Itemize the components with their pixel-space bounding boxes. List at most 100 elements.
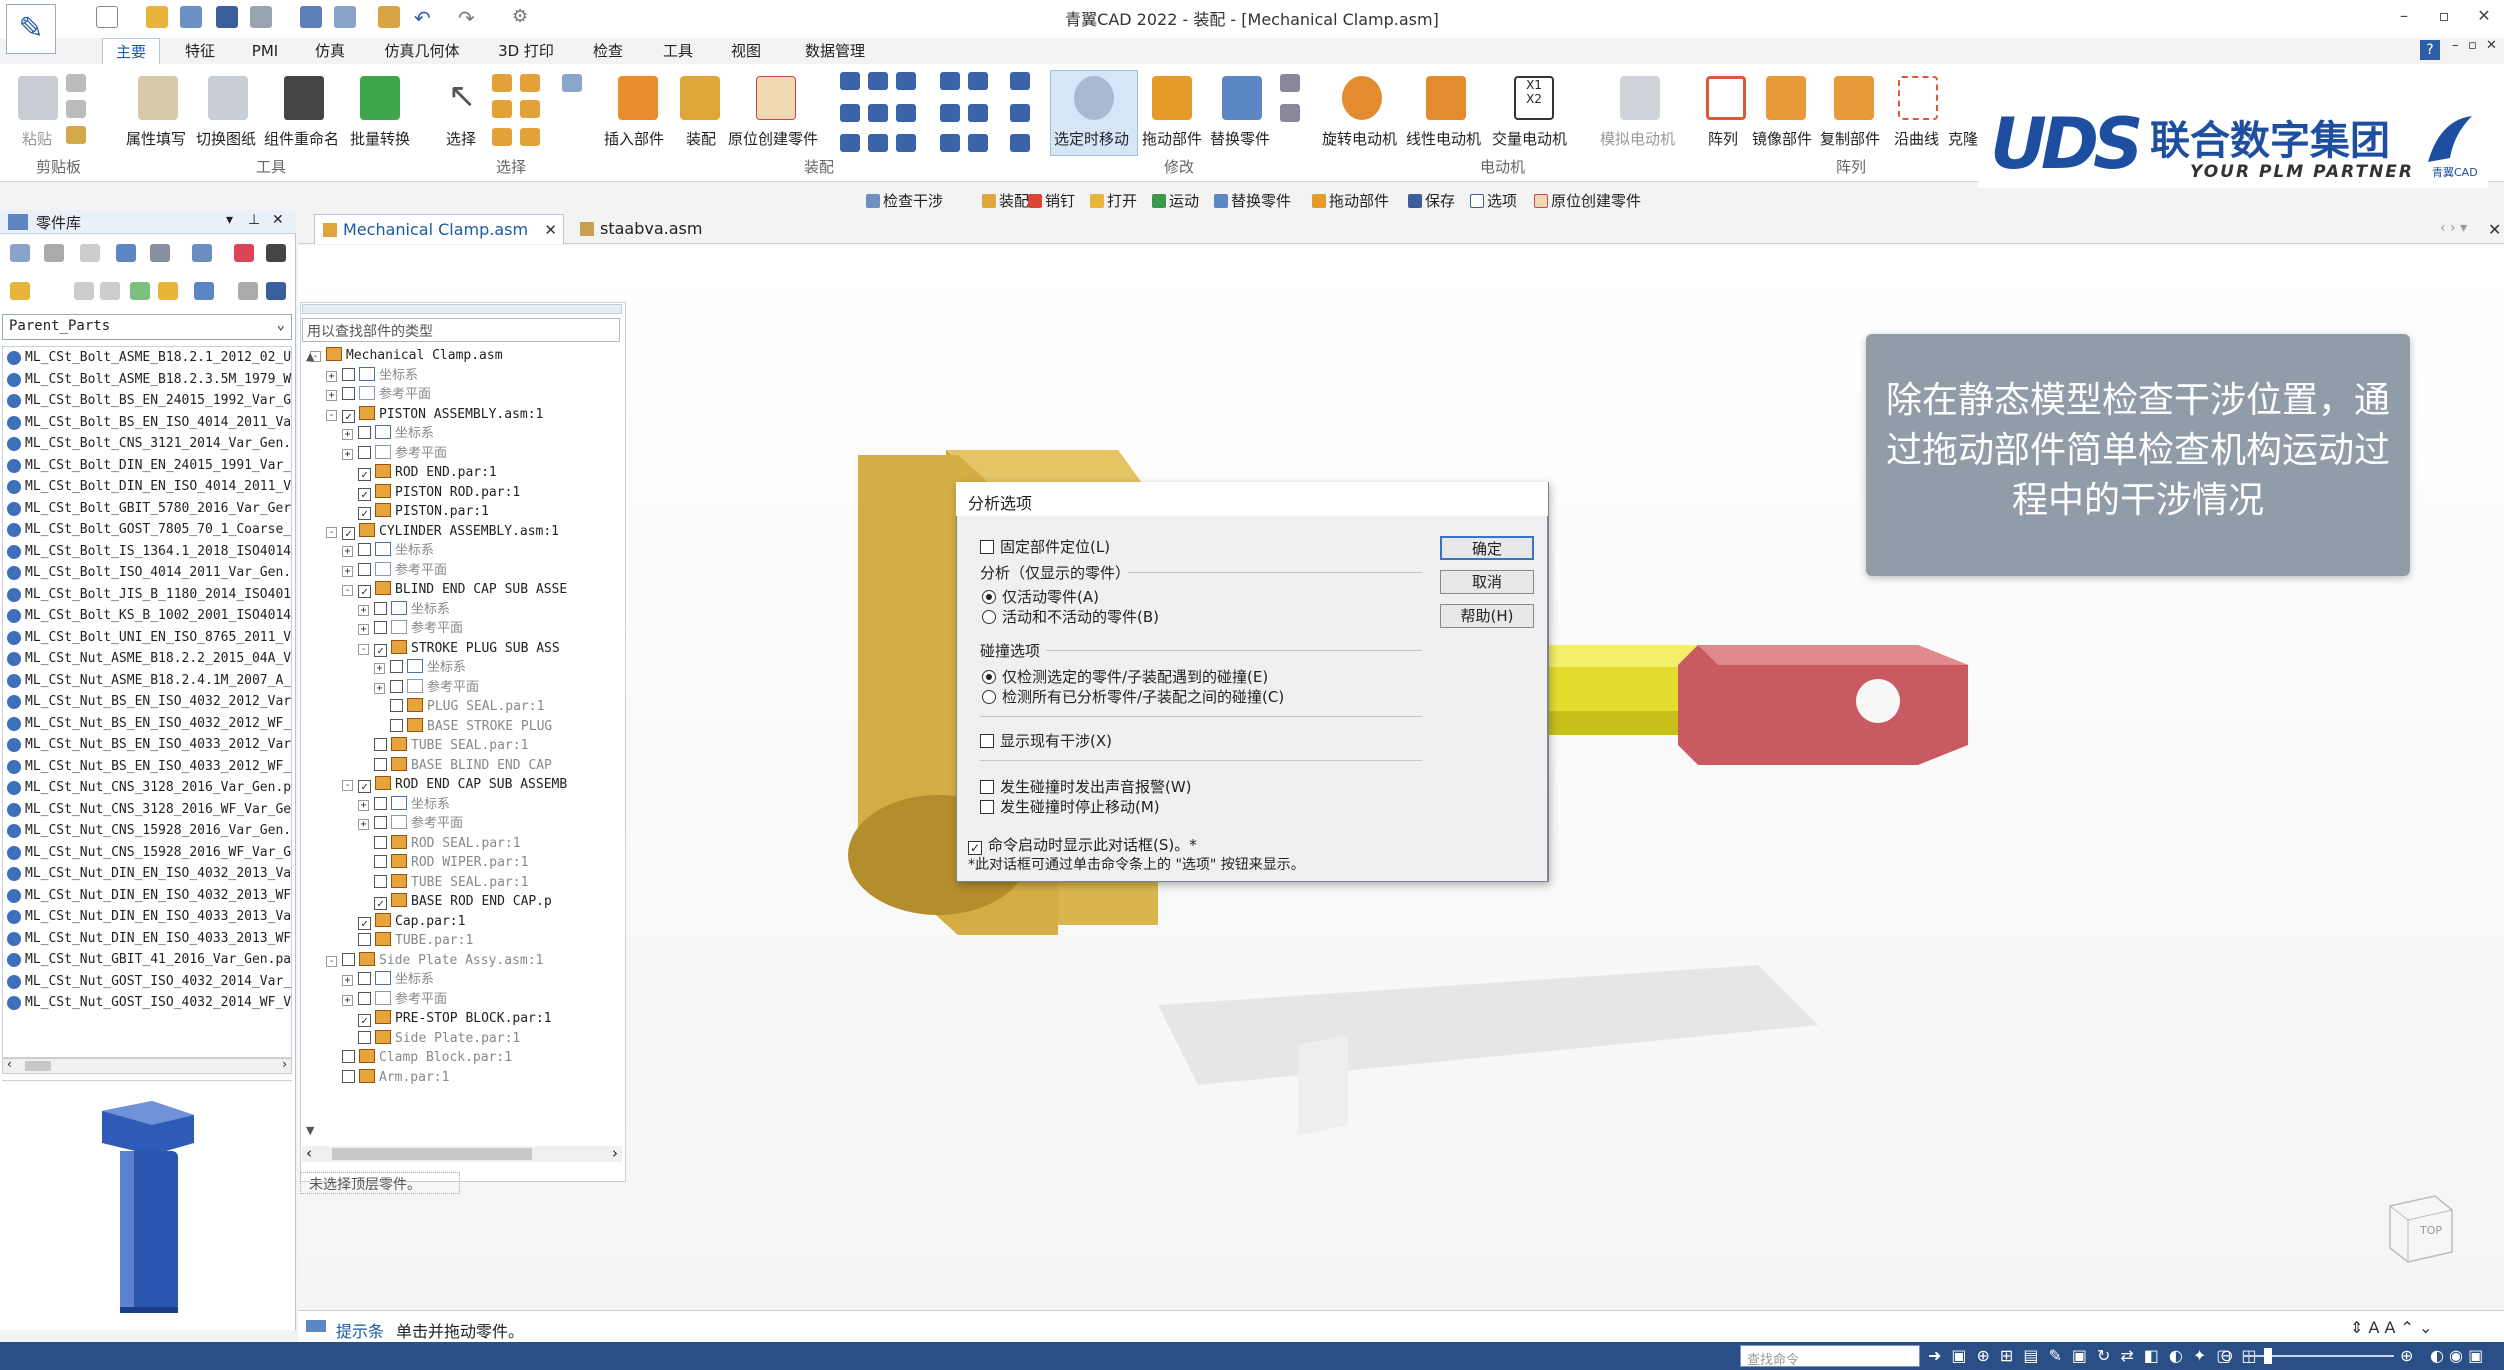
tree-visibility-checkbox[interactable] — [358, 933, 371, 946]
tree-expander-icon[interactable]: + — [374, 682, 385, 694]
ok-button[interactable]: 确定 — [1440, 536, 1534, 560]
view-mode-icon[interactable] — [194, 282, 214, 300]
cut-icon[interactable] — [66, 74, 86, 92]
tree-item[interactable]: - ✓ ROD END CAP SUB ASSEMB — [342, 775, 567, 795]
forward-icon[interactable] — [100, 282, 120, 300]
list-item[interactable]: ML_CSt_Nut_GOST_ISO_4032_2014_Var_ — [3, 971, 291, 993]
close-doc-icon[interactable]: ✕ — [2488, 220, 2501, 239]
relation-icon-4[interactable] — [940, 72, 960, 90]
tree-expander-icon[interactable]: + — [342, 975, 353, 986]
list-item[interactable]: ML_CSt_Bolt_KS_B_1002_2001_ISO4014 — [3, 605, 291, 627]
tab-staabva[interactable]: staabva.asm — [572, 214, 732, 244]
tree-item[interactable]: + 参考平面 — [358, 814, 463, 834]
cmd-options[interactable]: 选项 — [1470, 190, 1517, 211]
list-item[interactable]: ML_CSt_Nut_DIN_EN_ISO_4032_2013_WF — [3, 885, 291, 907]
tree-item[interactable]: ✓ PRE-STOP BLOCK.par:1 — [342, 1009, 552, 1029]
tree-item[interactable]: Side Plate.par:1 — [342, 1029, 520, 1049]
tree-expander-icon[interactable]: + — [358, 624, 369, 635]
part-list-scrollbar[interactable]: ‹ › — [2, 1057, 292, 1074]
relation-icon-6[interactable] — [1010, 72, 1030, 90]
select-label[interactable]: 选择 — [446, 128, 476, 149]
list-item[interactable]: ML_CSt_Bolt_ASME_B18.2.3.5M_1979_W — [3, 369, 291, 391]
document-icon[interactable] — [334, 6, 356, 28]
tree-visibility-checkbox[interactable] — [374, 855, 387, 868]
tab-simulation[interactable]: 仿真 — [300, 38, 360, 64]
pathfinder-splitter[interactable] — [302, 304, 622, 314]
insert-part-label[interactable]: 插入部件 — [604, 128, 664, 149]
tree-expander-icon[interactable]: + — [342, 448, 353, 460]
list-item[interactable]: ML_CSt_Nut_CNS_3128_2016_WF_Var_Ge — [3, 799, 291, 821]
tree-visibility-checkbox[interactable] — [374, 796, 387, 810]
tree-visibility-checkbox[interactable]: ✓ — [358, 916, 371, 930]
inner-restore-button[interactable]: ▫ — [2468, 38, 2477, 53]
print-icon[interactable] — [250, 6, 272, 28]
tree-item[interactable]: + 参考平面 — [326, 385, 431, 405]
list-item[interactable]: ML_CSt_Nut_ASME_B18.2.2_2015_04A_V — [3, 648, 291, 670]
rename-component-label[interactable]: 组件重命名 — [264, 128, 339, 149]
replace-part-icon[interactable] — [1222, 76, 1262, 120]
format-painter-icon[interactable] — [66, 126, 86, 144]
inner-minimize-button[interactable]: – — [2452, 38, 2459, 53]
list-item[interactable]: ML_CSt_Bolt_ISO_4014_2011_Var_Gen. — [3, 562, 291, 584]
tree-visibility-checkbox[interactable]: ✓ — [342, 409, 355, 423]
tab-view[interactable]: 视图 — [716, 38, 776, 64]
pattern-label[interactable]: 阵列 — [1708, 128, 1738, 149]
tree-item[interactable]: PLUG SEAL.par:1 — [374, 697, 544, 717]
relation-icon-16[interactable] — [940, 134, 960, 152]
select-tool-icon-1[interactable] — [492, 74, 512, 92]
tree-item[interactable]: - Mechanical Clamp.asm — [310, 346, 503, 366]
list-item[interactable]: ML_CSt_Nut_GOST_ISO_4032_2014_WF_V — [3, 992, 291, 1014]
tree-item[interactable]: + 坐标系 — [374, 658, 466, 678]
copy-icon[interactable] — [66, 100, 86, 118]
display-mode-icons[interactable]: ◐ ◉ ▣ — [2430, 1346, 2483, 1365]
tab-data-management[interactable]: 数据管理 — [790, 38, 880, 64]
save-as-icon[interactable] — [180, 6, 202, 28]
drag-part-label[interactable]: 拖动部件 — [1142, 128, 1202, 149]
tree-item[interactable]: Arm.par:1 — [326, 1068, 449, 1088]
find-command-input[interactable]: 查找命令 — [1740, 1345, 1920, 1368]
tree-item[interactable]: + 参考平面 — [342, 990, 447, 1010]
tree-visibility-checkbox[interactable]: ✓ — [374, 643, 387, 657]
tree-visibility-checkbox[interactable] — [374, 621, 387, 634]
tree-item[interactable]: - ✓ CYLINDER ASSEMBLY.asm:1 — [326, 522, 559, 542]
tab-icon-7[interactable] — [234, 244, 254, 262]
list-item[interactable]: ML_CSt_Bolt_GOST_7805_70_1_Coarse_ — [3, 519, 291, 541]
cmd-pin[interactable]: 销钉 — [1028, 190, 1075, 211]
list-item[interactable]: ML_CSt_Nut_BS_EN_ISO_4032_2012_Var — [3, 691, 291, 713]
list-item[interactable]: ML_CSt_Nut_ASME_B18.2.4.1M_2007_A_ — [3, 670, 291, 692]
cmd-check-interference[interactable]: 检查干涉 — [866, 190, 943, 211]
tree-expander-icon[interactable]: + — [342, 546, 353, 557]
tree-visibility-checkbox[interactable] — [374, 874, 387, 888]
modify-small-icon-1[interactable] — [1280, 74, 1300, 92]
tree-visibility-checkbox[interactable] — [358, 562, 371, 576]
tree-visibility-checkbox[interactable] — [342, 952, 355, 966]
zoom-slider[interactable]: ⊖ ⊕ — [2220, 1346, 2420, 1366]
tree-visibility-checkbox[interactable] — [342, 1050, 355, 1063]
tree-visibility-checkbox[interactable]: ✓ — [358, 487, 371, 501]
tree-visibility-checkbox[interactable] — [358, 991, 371, 1005]
tree-item[interactable]: ✓ PISTON.par:1 — [342, 502, 489, 522]
tree-item[interactable]: ✓ PISTON ROD.par:1 — [342, 483, 520, 503]
tree-scroll-down-icon[interactable]: ▼ — [306, 1124, 314, 1137]
select-arrow-icon[interactable]: ↖ — [442, 76, 482, 120]
tree-item[interactable]: ✓ BASE ROD END CAP.p — [358, 892, 552, 912]
list-item[interactable]: ML_CSt_Nut_DIN_EN_ISO_4032_2013_Va — [3, 863, 291, 885]
panel-menu-icon[interactable]: ▾ — [226, 212, 233, 228]
list-item[interactable]: ML_CSt_Nut_BS_EN_ISO_4033_2012_Var — [3, 734, 291, 756]
tab-icon-2[interactable] — [44, 244, 64, 262]
pin-panel-icon[interactable]: ⊥ — [248, 212, 260, 228]
redo-icon[interactable]: ↷ — [458, 6, 480, 30]
relation-icon-11[interactable] — [968, 104, 988, 122]
relation-icon-9[interactable] — [896, 104, 916, 122]
tree-visibility-checkbox[interactable]: ✓ — [358, 468, 371, 481]
tree-visibility-checkbox[interactable] — [374, 601, 387, 615]
tree-expander-icon[interactable]: + — [342, 565, 353, 577]
inner-close-button[interactable]: ✕ — [2486, 38, 2497, 53]
list-item[interactable]: ML_CSt_Nut_DIN_EN_ISO_4033_2013_Va — [3, 906, 291, 928]
select-tool-icon-4[interactable] — [492, 100, 512, 118]
tree-expander-icon[interactable]: + — [358, 604, 369, 616]
along-curve-label[interactable]: 沿曲线 — [1894, 128, 1939, 149]
fixed-position-checkbox[interactable]: 固定部件定位(L) — [980, 536, 1110, 557]
linear-motor-icon[interactable] — [1426, 76, 1466, 120]
relation-icon-14[interactable] — [868, 134, 888, 152]
